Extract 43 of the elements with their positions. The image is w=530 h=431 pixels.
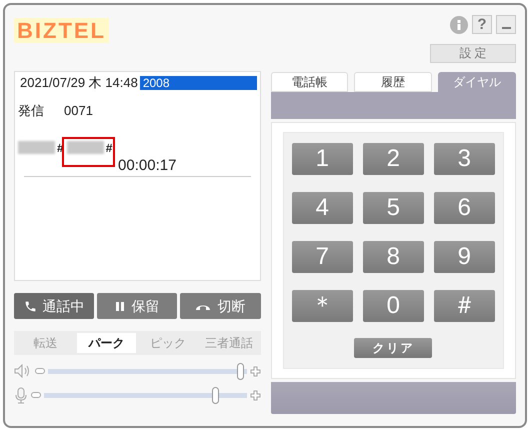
speaker-icon [14,364,32,378]
dial-key[interactable]: 6 [434,192,495,224]
dial-key[interactable]: 4 [292,192,353,224]
call-control-button[interactable]: 切断 [180,293,261,319]
microphone-icon [14,386,28,404]
plus-icon[interactable] [250,390,260,400]
dial-key[interactable]: 0 [362,290,424,322]
pause-icon [115,300,126,312]
clear-button[interactable]: クリア [354,338,432,358]
info-icon[interactable] [450,16,468,34]
panel-tab[interactable]: ダイヤル [438,72,516,92]
minus-icon[interactable] [35,368,45,374]
minimize-button[interactable] [496,15,516,34]
minus-icon[interactable] [31,392,41,398]
call-direction: 発信 [18,102,44,120]
dial-key[interactable]: 5 [362,192,424,224]
settings-button[interactable]: 設 定 [430,44,516,63]
sub-tab[interactable]: パーク [77,333,136,353]
logo: BIZTEL [14,18,109,43]
dial-key[interactable]: 7 [292,241,353,273]
dial-key[interactable]: ＊ [292,290,353,322]
redacted-text [18,141,55,154]
phone-icon [24,300,37,312]
plus-icon[interactable] [250,366,260,376]
redacted-text [66,141,104,154]
dial-key[interactable]: ＃ [434,290,495,322]
dial-key[interactable]: 2 [362,143,424,175]
dial-key[interactable]: 9 [434,241,495,273]
call-duration: 00:00:17 [118,158,176,174]
call-control-button[interactable]: 保留 [97,293,178,319]
help-button[interactable]: ? [472,15,492,34]
call-control-button[interactable]: 通話中 [14,293,94,319]
hash-symbol: # [106,140,112,156]
dial-key[interactable]: 8 [362,241,424,273]
slider-thumb[interactable] [236,362,244,380]
dial-key[interactable]: 3 [434,143,495,175]
slider-thumb[interactable] [212,386,220,404]
date-time: 2021/07/29 木 14:48 [19,74,139,92]
dial-key[interactable]: 1 [292,143,353,175]
panel-tab[interactable]: 電話帳 [270,72,348,92]
extension-number: 2008 [140,76,256,90]
phone-number: 0071 [64,102,93,120]
panel-tab[interactable]: 履歴 [354,72,432,92]
